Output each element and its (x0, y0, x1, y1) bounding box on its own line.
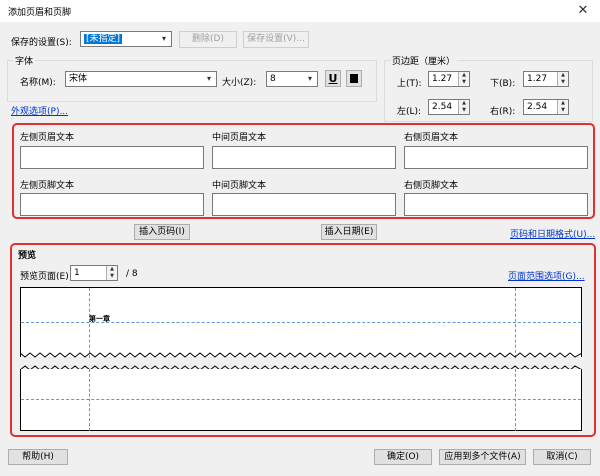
saved-settings-value: [未指定] (84, 34, 123, 44)
margins-group-label: 页边距（厘米） (390, 54, 458, 67)
insert-page-number-button[interactable]: 插入页码(I) (134, 224, 190, 240)
chevron-down-icon: ▾ (161, 34, 166, 43)
margin-bottom-value: 1.27 (527, 74, 548, 84)
font-name-combo[interactable]: 宋体 ▾ (65, 71, 217, 87)
font-name-value: 宋体 (69, 74, 88, 84)
font-color-button[interactable] (346, 70, 362, 87)
preview-page-header: 第一章 (20, 287, 582, 358)
right-footer-label: 右侧页脚文本 (404, 181, 459, 191)
margin-left-label: 左(L): (397, 107, 422, 117)
center-header-input[interactable] (212, 146, 396, 169)
appearance-options-link[interactable]: 外观选项(P)... (11, 104, 68, 117)
right-header-label: 右侧页眉文本 (404, 133, 459, 143)
font-size-value: 8 (270, 74, 276, 84)
font-name-label: 名称(M): (20, 78, 56, 88)
preview-group-label: 预览 (18, 251, 37, 261)
spin-arrows-icon[interactable]: ▲ ▼ (458, 100, 469, 114)
margin-bottom-stepper[interactable]: 1.27 ▲ ▼ (523, 71, 569, 87)
margin-bottom-label: 下(B): (490, 79, 516, 89)
margin-left-value: 2.54 (432, 102, 453, 112)
cancel-button[interactable]: 取消(C) (533, 449, 591, 465)
help-button[interactable]: 帮助(H) (8, 449, 68, 465)
preview-page-total: / 8 (126, 269, 138, 279)
ok-button[interactable]: 确定(O) (374, 449, 432, 465)
left-header-input[interactable] (20, 146, 204, 169)
spin-arrows-icon[interactable]: ▲ ▼ (557, 72, 568, 86)
left-footer-label: 左侧页脚文本 (20, 181, 75, 191)
center-footer-input[interactable] (212, 193, 396, 216)
dialog-window: 添加页眉和页脚 ✕ 保存的设置(S): [未指定] ▾ 删除(D) 保存设置(V… (0, 0, 600, 476)
chevron-down-icon: ▾ (206, 74, 211, 83)
spin-arrows-icon[interactable]: ▲ ▼ (106, 266, 117, 280)
dialog-title: 添加页眉和页脚 (8, 8, 72, 18)
margin-top-label: 上(T): (397, 79, 422, 89)
color-swatch-icon (350, 74, 358, 83)
title-bar (0, 0, 600, 22)
torn-edge-top (20, 351, 582, 359)
right-footer-input[interactable] (404, 193, 588, 216)
save-settings-button[interactable]: 保存设置(V)... (243, 31, 309, 48)
insert-date-button[interactable]: 插入日期(E) (321, 224, 377, 240)
preview-page-label: 预览页面(E) (20, 272, 69, 282)
spin-arrows-icon[interactable]: ▲ ▼ (458, 72, 469, 86)
delete-button[interactable]: 删除(D) (179, 31, 237, 48)
page-date-format-link[interactable]: 页码和日期格式(U)... (510, 227, 595, 240)
saved-settings-combo[interactable]: [未指定] ▾ (80, 31, 172, 47)
margin-top-stepper[interactable]: 1.27 ▲ ▼ (428, 71, 470, 87)
margin-right-value: 2.54 (527, 102, 548, 112)
center-footer-label: 中间页脚文本 (212, 181, 267, 191)
preview-sample-text: 第一章 (89, 315, 110, 323)
font-size-combo[interactable]: 8 ▾ (266, 71, 318, 87)
preview-page-value: 1 (74, 268, 80, 278)
left-header-label: 左侧页眉文本 (20, 133, 75, 143)
preview-page-footer (20, 369, 582, 431)
preview-page-stepper[interactable]: 1 ▲ ▼ (70, 265, 118, 281)
underline-button[interactable]: U (325, 70, 341, 87)
close-icon[interactable]: ✕ (572, 2, 594, 20)
margin-right-label: 右(R): (490, 107, 516, 117)
margin-left-stepper[interactable]: 2.54 ▲ ▼ (428, 99, 470, 115)
center-header-label: 中间页眉文本 (212, 133, 267, 143)
left-footer-input[interactable] (20, 193, 204, 216)
margin-right-stepper[interactable]: 2.54 ▲ ▼ (523, 99, 569, 115)
margin-top-value: 1.27 (432, 74, 453, 84)
saved-settings-label: 保存的设置(S): (11, 38, 72, 48)
spin-arrows-icon[interactable]: ▲ ▼ (557, 100, 568, 114)
page-range-options-link[interactable]: 页面范围选项(G)... (508, 269, 585, 282)
chevron-down-icon: ▾ (307, 74, 312, 83)
font-size-label: 大小(Z): (222, 78, 257, 88)
font-group-label: 字体 (13, 54, 36, 67)
apply-to-multiple-files-button[interactable]: 应用到多个文件(A) (439, 449, 526, 465)
right-header-input[interactable] (404, 146, 588, 169)
